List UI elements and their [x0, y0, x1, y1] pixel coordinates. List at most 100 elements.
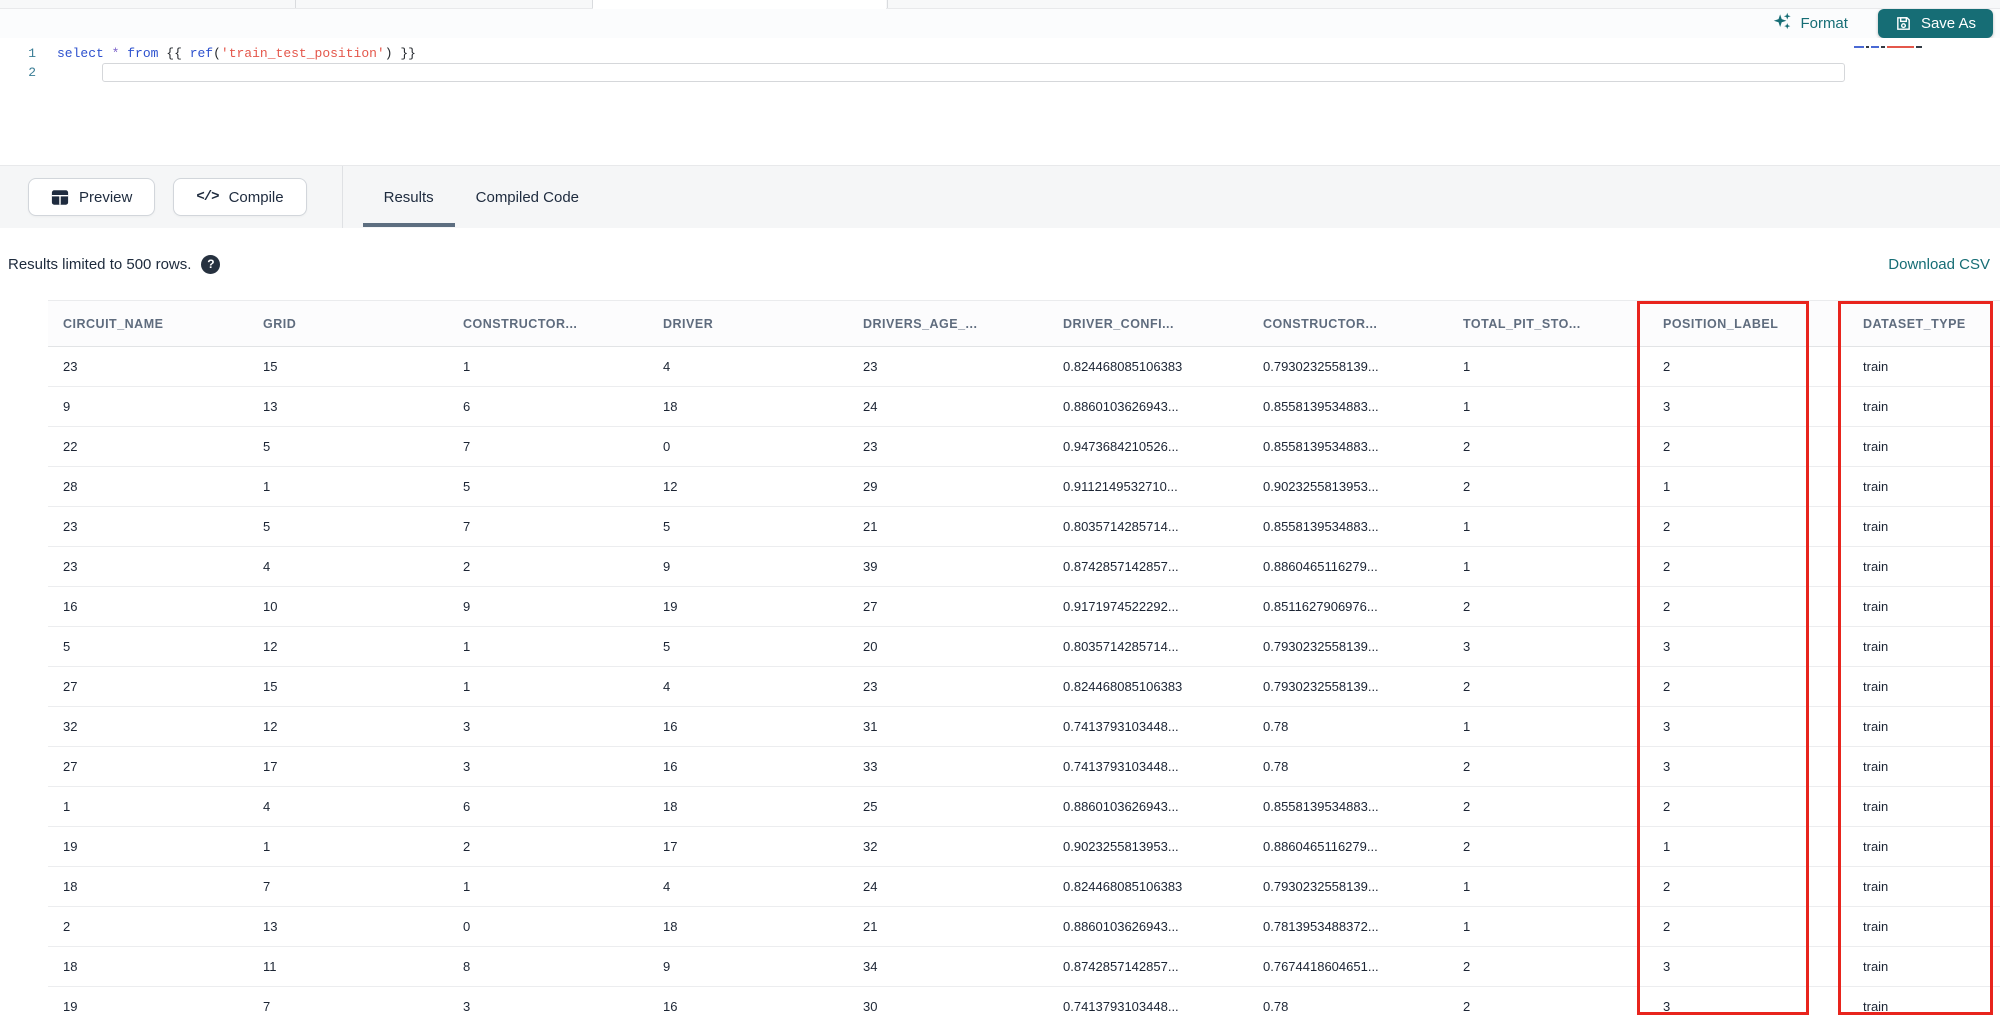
table-header-row: CIRCUIT_NAME GRID CONSTRUCTOR... DRIVER DRIV… — [48, 300, 2000, 347]
table-cell: 0.7674418604651... — [1263, 959, 1379, 974]
column-header[interactable]: DRIVERS_AGE_... — [848, 301, 1048, 346]
table-cell: 2 — [1463, 999, 1471, 1014]
column-header[interactable]: POSITION_LABEL — [1648, 301, 1848, 346]
download-csv-link[interactable]: Download CSV — [1888, 256, 1990, 273]
table-cell: 2 — [1663, 359, 1671, 374]
column-header[interactable]: GRID — [248, 301, 448, 346]
format-button[interactable]: Format — [1773, 12, 1848, 35]
table-cell: 16 — [663, 719, 678, 734]
table-cell: 0.8035714285714... — [1063, 519, 1179, 534]
table-cell: 21 — [863, 919, 878, 934]
table-cell: 3 — [1663, 639, 1671, 654]
table-cell: 31 — [863, 719, 878, 734]
table-cell: 2 — [1463, 679, 1471, 694]
table-cell: 13 — [263, 919, 278, 934]
table-cell: 1 — [463, 879, 471, 894]
table-cell: 1 — [263, 479, 271, 494]
current-line-box — [102, 63, 1845, 82]
help-icon[interactable]: ? — [201, 254, 221, 274]
table-cell: 0.78 — [1263, 999, 1289, 1014]
table-cell: 1 — [1463, 399, 1471, 414]
table-cell: 15 — [263, 679, 278, 694]
table-row: 19 1 2 17 32 0.9023255813953... 0.886046511627… — [48, 827, 2000, 867]
table-cell: 0.8558139534883... — [1263, 399, 1379, 414]
active-tab-underline — [362, 223, 455, 227]
save-as-button[interactable]: Save As — [1877, 9, 1993, 38]
column-header[interactable]: DRIVER_CONFI... — [1048, 301, 1248, 346]
table-cell: 2 — [1663, 599, 1671, 614]
table-cell: 7 — [463, 439, 471, 454]
file-tab-strip[interactable] — [0, 0, 2000, 9]
table-cell: 0.8558139534883... — [1263, 799, 1379, 814]
active-file-tab[interactable] — [593, 0, 886, 9]
table-cell: 19 — [63, 999, 78, 1014]
table-cell: 0.8860103626943... — [1063, 799, 1179, 814]
table-cell: 1 — [463, 359, 471, 374]
table-cell: 2 — [1663, 879, 1671, 894]
table-cell: 10 — [263, 599, 278, 614]
code-editor[interactable]: 1 2 select * from {{ ref('train_test_pos… — [0, 38, 2000, 165]
table-cell: 1 — [63, 799, 71, 814]
table-row: 1 4 6 18 25 0.8860103626943... 0.8558139534883… — [48, 787, 2000, 827]
table-cell: 0.8558139534883... — [1263, 519, 1379, 534]
table-cell: 0 — [663, 439, 671, 454]
table-cell: 2 — [1663, 679, 1671, 694]
table-cell: 39 — [863, 559, 878, 574]
results-meta-bar: Results limited to 500 rows. ? Download … — [0, 228, 2000, 300]
table-cell: train — [1863, 799, 1889, 814]
table-cell: 1 — [1463, 919, 1471, 934]
table-cell: 15 — [263, 359, 278, 374]
compile-button[interactable]: </> Compile — [173, 178, 307, 216]
table-cell: train — [1863, 439, 1889, 454]
column-header[interactable]: CONSTRUCTOR... — [1248, 301, 1448, 346]
tab-results[interactable]: Results — [362, 166, 455, 228]
preview-button[interactable]: Preview — [28, 178, 156, 216]
table-cell: 1 — [1663, 839, 1671, 854]
sql-ide-app: Format Save As 1 2 select * from {{ ref(… — [0, 0, 2000, 1020]
column-header[interactable]: DRIVER — [648, 301, 848, 346]
table-cell: 24 — [863, 399, 878, 414]
column-header[interactable]: CIRCUIT_NAME — [48, 301, 248, 346]
table-cell: 0.824468085106383 — [1063, 879, 1183, 894]
table-cell: 0.7813953488372... — [1263, 919, 1379, 934]
code-area[interactable]: select * from {{ ref('train_test_positio… — [45, 38, 2000, 165]
editor-minimap[interactable] — [1854, 46, 1992, 150]
table-cell: 2 — [463, 559, 471, 574]
column-header[interactable]: CONSTRUCTOR... — [448, 301, 648, 346]
table-cell: 5 — [663, 639, 671, 654]
minimap-code-line — [1854, 46, 1992, 48]
table-cell: train — [1863, 639, 1889, 654]
table-icon — [51, 189, 69, 206]
save-icon — [1895, 15, 1912, 32]
table-cell: 2 — [63, 919, 71, 934]
table-cell: train — [1863, 399, 1889, 414]
table-cell: train — [1863, 879, 1889, 894]
table-cell: 23 — [863, 679, 878, 694]
table-cell: 6 — [463, 399, 471, 414]
table-cell: 0.78 — [1263, 719, 1289, 734]
table-cell: 33 — [863, 759, 878, 774]
column-header[interactable]: DATASET_TYPE — [1848, 301, 2000, 346]
table-cell: 23 — [63, 519, 78, 534]
table-cell: 0.8860103626943... — [1063, 919, 1179, 934]
table-cell: 4 — [663, 679, 671, 694]
table-cell: 4 — [663, 879, 671, 894]
table-cell: 2 — [1463, 839, 1471, 854]
table-cell: 0.9023255813953... — [1063, 839, 1179, 854]
preview-label: Preview — [79, 188, 133, 206]
table-cell: 0.8558139534883... — [1263, 439, 1379, 454]
tab-results-label: Results — [383, 188, 434, 206]
table-cell: train — [1863, 599, 1889, 614]
table-cell: 0.7930232558139... — [1263, 679, 1379, 694]
table-cell: 16 — [663, 759, 678, 774]
table-cell: 23 — [863, 359, 878, 374]
table-cell: 0.824468085106383 — [1063, 679, 1183, 694]
table-row: 18 7 1 4 24 0.824468085106383 0.7930232558139.… — [48, 867, 2000, 907]
save-as-label: Save As — [1920, 15, 1976, 32]
table-cell: 5 — [263, 439, 271, 454]
tab-compiled-code[interactable]: Compiled Code — [455, 166, 600, 228]
column-header[interactable]: TOTAL_PIT_STO... — [1448, 301, 1648, 346]
table-row: 19 7 3 16 30 0.7413793103448... 0.78 2 3 train — [48, 987, 2000, 1020]
table-cell: 19 — [63, 839, 78, 854]
table-cell: 2 — [1463, 759, 1471, 774]
